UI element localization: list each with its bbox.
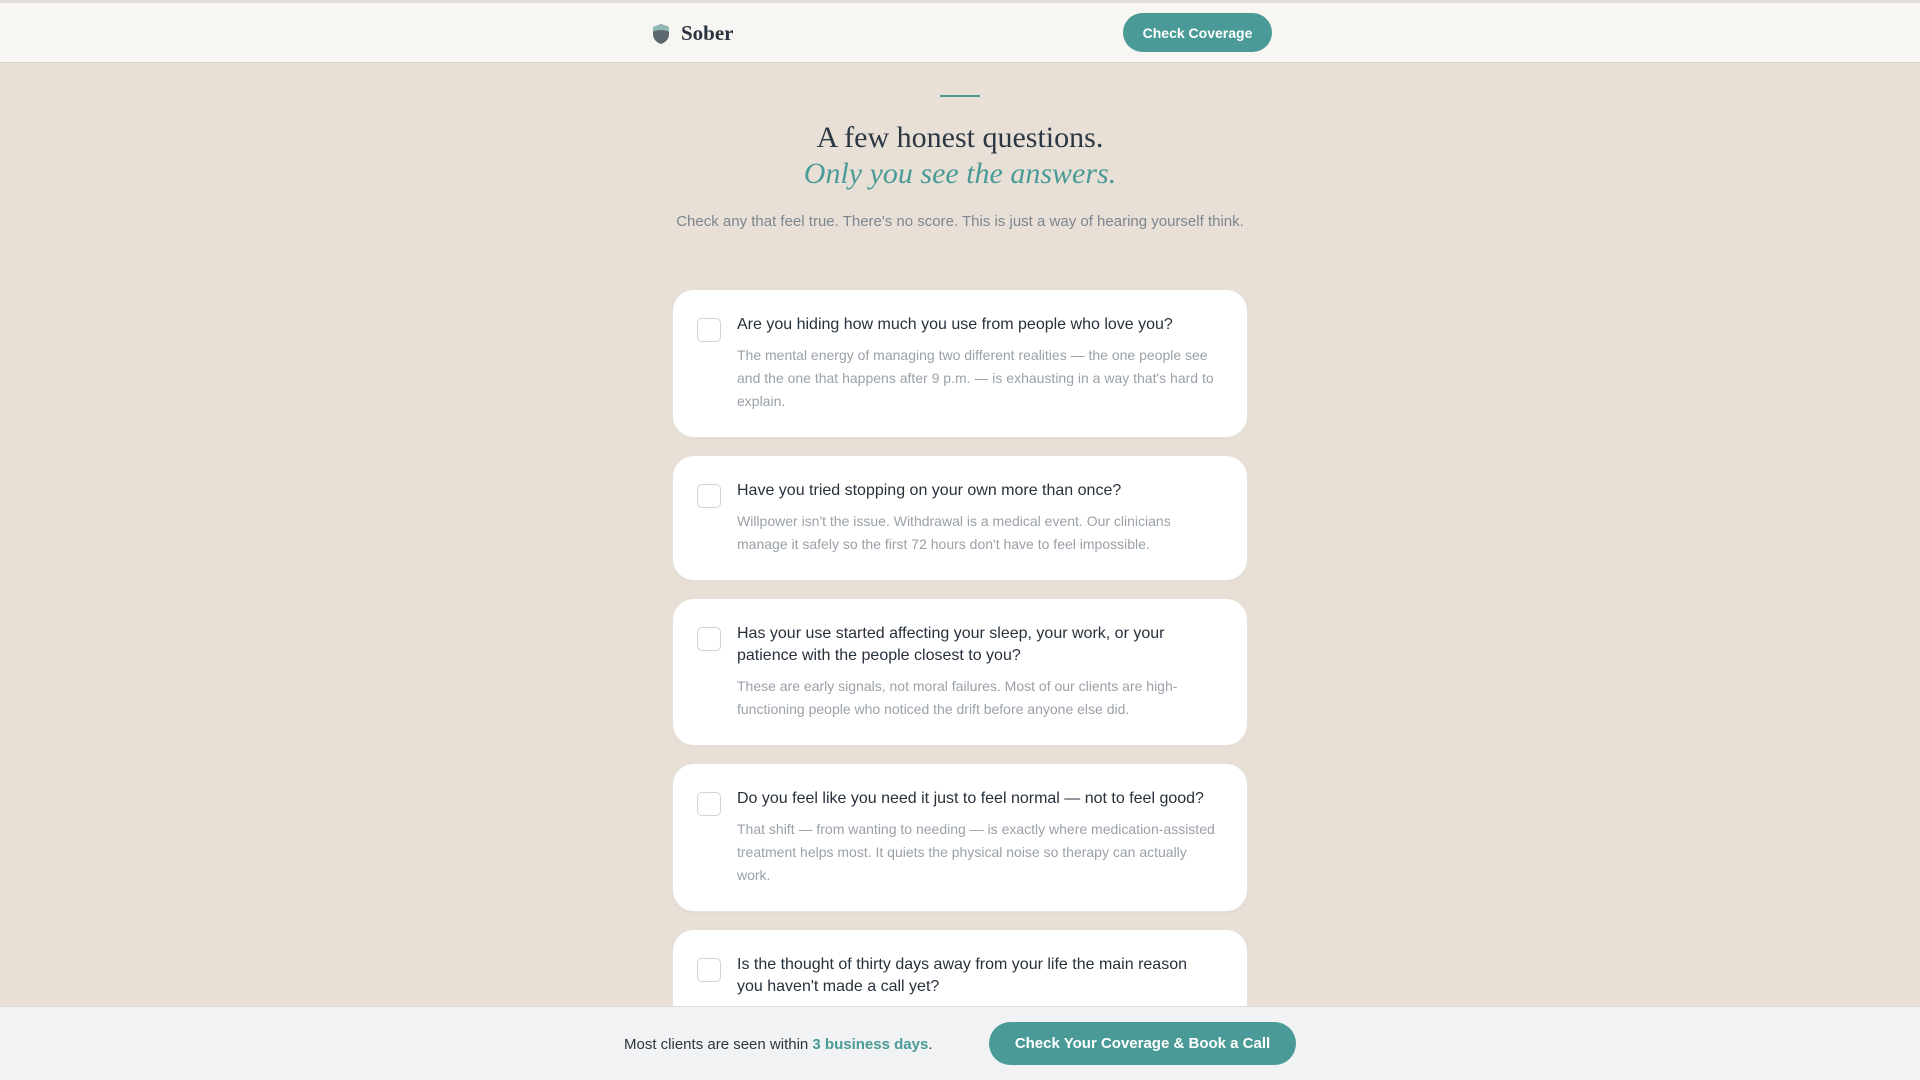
question-checkbox[interactable]: [697, 627, 721, 651]
question-text: Has your use started affecting your slee…: [737, 625, 1165, 664]
question-text: Are you hiding how much you use from peo…: [737, 316, 1173, 333]
book-call-button[interactable]: Check Your Coverage & Book a Call: [989, 1022, 1296, 1065]
page-subtitle: Only you see the answers.: [803, 157, 1117, 190]
question-text: Have you tried stopping on your own more…: [737, 482, 1122, 499]
question-explanation: The mental energy of managing two differ…: [737, 347, 1214, 409]
question-card[interactable]: Do you feel like you need it just to fee…: [672, 763, 1248, 912]
shield-icon: [651, 23, 671, 45]
question-text: Is the thought of thirty days away from …: [737, 956, 1187, 995]
check-coverage-button[interactable]: Check Coverage: [1123, 13, 1272, 52]
question-checkbox[interactable]: [697, 958, 721, 982]
intro-text: Check any that feel true. There's no sco…: [676, 213, 1244, 230]
footer-text-after: .: [928, 1036, 933, 1053]
footer-text-before: Most clients are seen within: [624, 1036, 813, 1053]
question-card[interactable]: Are you hiding how much you use from peo…: [672, 289, 1248, 438]
page-title: A few honest questions.: [816, 121, 1104, 154]
question-card[interactable]: Have you tried stopping on your own more…: [672, 455, 1248, 581]
question-list: Are you hiding how much you use from peo…: [672, 289, 1248, 1048]
question-explanation: These are early signals, not moral failu…: [737, 678, 1178, 717]
question-card[interactable]: Has your use started affecting your slee…: [672, 598, 1248, 746]
brand-logo[interactable]: Sober: [651, 21, 734, 46]
footer-message: Most clients are seen within 3 business …: [624, 1036, 933, 1053]
footer-highlight: 3 business days: [812, 1036, 929, 1053]
sticky-footer-bar: Most clients are seen within 3 business …: [0, 1006, 1920, 1080]
question-text: Do you feel like you need it just to fee…: [737, 790, 1204, 807]
question-checkbox[interactable]: [697, 484, 721, 508]
question-explanation: That shift — from wanting to needing — i…: [737, 821, 1215, 883]
question-checkbox[interactable]: [697, 792, 721, 816]
brand-name: Sober: [681, 21, 734, 45]
top-navigation-bar: Sober Check Coverage: [0, 0, 1920, 63]
question-checkbox[interactable]: [697, 318, 721, 342]
question-explanation: Willpower isn't the issue. Withdrawal is…: [737, 513, 1171, 552]
accent-divider: [940, 95, 980, 97]
